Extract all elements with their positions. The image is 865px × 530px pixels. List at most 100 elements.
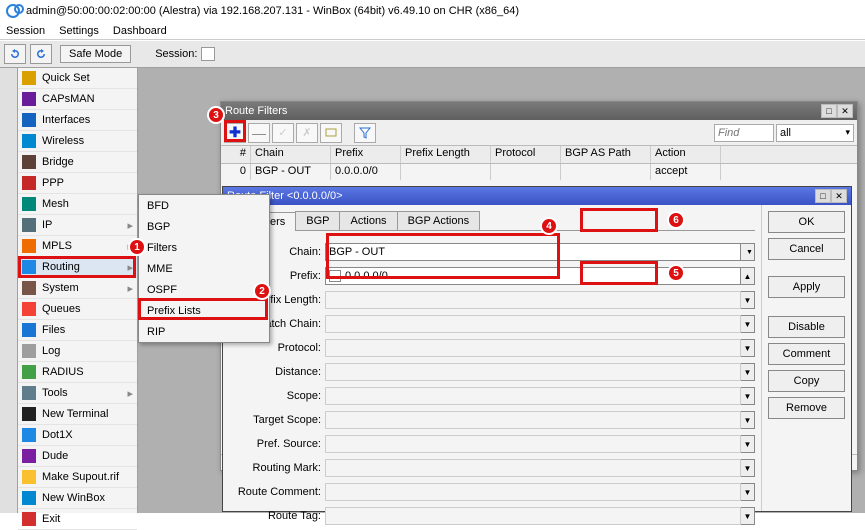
apply-button[interactable]: Apply: [768, 276, 845, 298]
sidebar-item-routing[interactable]: Routing▸: [18, 257, 137, 278]
sidebar-item-dot1x[interactable]: Dot1X: [18, 425, 137, 446]
sidebar-item-log[interactable]: Log: [18, 341, 137, 362]
sidebar-item-ip[interactable]: IP▸: [18, 215, 137, 236]
col-chain[interactable]: Chain: [251, 146, 331, 163]
ok-button[interactable]: OK: [768, 211, 845, 233]
input-chain[interactable]: BGP - OUT: [325, 243, 741, 261]
input-protocol[interactable]: [325, 339, 741, 357]
sidebar: Quick Set CAPsMANInterfacesWirelessBridge…: [18, 68, 138, 513]
disable-button[interactable]: ✗: [296, 123, 318, 143]
sidebar-item-radius[interactable]: RADIUS: [18, 362, 137, 383]
col-protocol[interactable]: Protocol: [491, 146, 561, 163]
input-target-scope[interactable]: [325, 411, 741, 429]
tab-bgp[interactable]: BGP: [295, 211, 340, 230]
input-route-comment[interactable]: [325, 483, 741, 501]
system-icon: [22, 281, 36, 295]
copy-button[interactable]: Copy: [768, 370, 845, 392]
submenu-item-mme[interactable]: MME: [139, 258, 269, 279]
input-route-tag[interactable]: [325, 507, 741, 525]
menu-settings[interactable]: Settings: [59, 25, 99, 37]
col-aspath[interactable]: BGP AS Path: [561, 146, 651, 163]
sidebar-item-interfaces[interactable]: Interfaces: [18, 110, 137, 131]
menu-dashboard[interactable]: Dashboard: [113, 25, 167, 37]
input-prefix-length[interactable]: [325, 291, 741, 309]
sidebar-item-exit[interactable]: Exit: [18, 509, 137, 530]
sidebar-item-make-supout-rif[interactable]: Make Supout.rif: [18, 467, 137, 488]
submenu-item-bfd[interactable]: BFD: [139, 195, 269, 216]
col-action[interactable]: Action: [651, 146, 721, 163]
routing-mark-spin[interactable]: ▼: [741, 459, 755, 477]
input-scope[interactable]: [325, 387, 741, 405]
sidebar-item-tools[interactable]: Tools▸: [18, 383, 137, 404]
supout-icon: [22, 470, 36, 484]
sidebar-item-quick-set[interactable]: Quick Set: [18, 68, 137, 89]
sidebar-item-mesh[interactable]: Mesh: [18, 194, 137, 215]
input-pref-source[interactable]: [325, 435, 741, 453]
safe-mode-button[interactable]: Safe Mode: [60, 45, 131, 63]
sidebar-item-dude[interactable]: Dude: [18, 446, 137, 467]
add-button[interactable]: ✚: [224, 123, 246, 143]
undo-button[interactable]: [4, 44, 26, 64]
filter-all-select[interactable]: all: [776, 124, 854, 142]
tab-bgp-actions[interactable]: BGP Actions: [397, 211, 481, 230]
sidebar-item-bridge[interactable]: Bridge: [18, 152, 137, 173]
protocol-spin[interactable]: ▼: [741, 339, 755, 357]
match-chain-spin[interactable]: ▼: [741, 315, 755, 333]
distance-spin[interactable]: ▼: [741, 363, 755, 381]
sidebar-item-wireless[interactable]: Wireless: [18, 131, 137, 152]
badge-3: 3: [207, 106, 225, 124]
sidebar-item-new-winbox[interactable]: New WinBox: [18, 488, 137, 509]
submenu-item-ospf[interactable]: OSPF: [139, 279, 269, 300]
redo-button[interactable]: [30, 44, 52, 64]
row-target-scope: Target Scope: ▼: [229, 409, 755, 431]
remove-button[interactable]: Remove: [768, 397, 845, 419]
dialog-titlebar[interactable]: Route Filter <0.0.0.0/0> □ ✕: [223, 187, 851, 205]
col-prefix-length[interactable]: Prefix Length: [401, 146, 491, 163]
menu-session[interactable]: Session: [6, 25, 45, 37]
sidebar-item-label: MPLS: [42, 240, 72, 252]
route-comment-spin[interactable]: ▼: [741, 483, 755, 501]
find-input[interactable]: [714, 124, 774, 142]
sidebar-item-ppp[interactable]: PPP: [18, 173, 137, 194]
remove-button[interactable]: —: [248, 123, 270, 143]
enable-button[interactable]: ✓: [272, 123, 294, 143]
col-prefix[interactable]: Prefix: [331, 146, 401, 163]
route-tag-spin[interactable]: ▼: [741, 507, 755, 525]
sidebar-item-files[interactable]: Files: [18, 320, 137, 341]
sidebar-item-label: Exit: [42, 513, 60, 525]
submenu-item-prefix-lists[interactable]: Prefix Lists: [139, 300, 269, 321]
table-row[interactable]: 0 BGP - OUT 0.0.0.0/0 accept: [221, 164, 857, 180]
close-button[interactable]: ✕: [837, 104, 853, 118]
route-filters-titlebar[interactable]: Route Filters □ ✕: [221, 102, 857, 120]
input-routing-mark[interactable]: [325, 459, 741, 477]
submenu-item-rip[interactable]: RIP: [139, 321, 269, 342]
chain-dropdown-icon[interactable]: [741, 243, 755, 261]
sidebar-item-capsman[interactable]: CAPsMAN: [18, 89, 137, 110]
prefix-spin-up[interactable]: ▲: [741, 267, 755, 285]
prefix-length-spin[interactable]: ▼: [741, 291, 755, 309]
input-distance[interactable]: [325, 363, 741, 381]
scope-spin[interactable]: ▼: [741, 387, 755, 405]
prefix-checkbox[interactable]: [329, 270, 341, 282]
sidebar-item-new-terminal[interactable]: New Terminal: [18, 404, 137, 425]
disable-button[interactable]: Disable: [768, 316, 845, 338]
maximize-button[interactable]: □: [821, 104, 837, 118]
pref-source-spin[interactable]: ▼: [741, 435, 755, 453]
dialog-close-button[interactable]: ✕: [831, 189, 847, 203]
sidebar-item-queues[interactable]: Queues: [18, 299, 137, 320]
dialog-max-button[interactable]: □: [815, 189, 831, 203]
submenu-item-bgp[interactable]: BGP: [139, 216, 269, 237]
sidebar-item-mpls[interactable]: MPLS▸: [18, 236, 137, 257]
input-match-chain[interactable]: [325, 315, 741, 333]
comment-button[interactable]: Comment: [768, 343, 845, 365]
cancel-button[interactable]: Cancel: [768, 238, 845, 260]
submenu-item-filters[interactable]: Filters: [139, 237, 269, 258]
filter-button[interactable]: [354, 123, 376, 143]
tab-actions[interactable]: Actions: [339, 211, 397, 230]
target-scope-spin[interactable]: ▼: [741, 411, 755, 429]
col-num[interactable]: #: [221, 146, 251, 163]
files-icon: [22, 323, 36, 337]
comment-button[interactable]: [320, 123, 342, 143]
sidebar-item-label: Quick Set: [42, 72, 90, 84]
sidebar-item-system[interactable]: System▸: [18, 278, 137, 299]
